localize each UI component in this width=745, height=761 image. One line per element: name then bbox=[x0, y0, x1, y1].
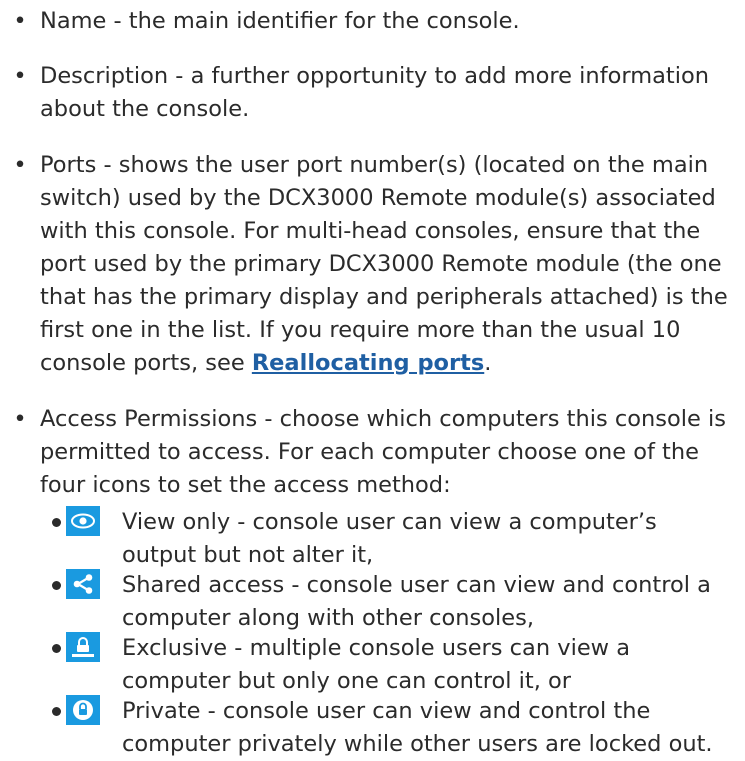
item-text-end: . bbox=[484, 350, 492, 376]
bullet: • bbox=[13, 152, 27, 178]
share-icon[interactable] bbox=[66, 569, 100, 599]
private-lock-icon[interactable] bbox=[66, 695, 100, 725]
sub-bullet bbox=[52, 707, 61, 716]
access-method-text: Shared access - console user can view an… bbox=[122, 572, 711, 631]
eye-icon[interactable] bbox=[66, 506, 100, 536]
item-text: Description - a further opportunity to a… bbox=[40, 63, 710, 122]
bullet: • bbox=[13, 8, 27, 34]
access-method-text: View only - console user can view a comp… bbox=[122, 509, 657, 568]
bullet: • bbox=[13, 63, 27, 89]
list-item-ports: • Ports - shows the user port number(s) … bbox=[13, 149, 730, 380]
list-item-description: • Description - a further opportunity to… bbox=[13, 60, 730, 126]
exclusive-lock-icon[interactable] bbox=[66, 632, 100, 662]
bullet: • bbox=[13, 406, 27, 432]
sub-bullet bbox=[52, 644, 61, 653]
list-item-name: • Name - the main identifier for the con… bbox=[13, 5, 730, 38]
reallocating-ports-link[interactable]: Reallocating ports bbox=[252, 350, 484, 376]
access-method-text: Exclusive - multiple console users can v… bbox=[122, 635, 631, 694]
item-text: Ports - shows the user port number(s) (l… bbox=[40, 152, 728, 376]
item-text: Access Permissions - choose which comput… bbox=[40, 406, 726, 498]
access-method-text: Private - console user can view and cont… bbox=[122, 698, 713, 757]
document-page: • Name - the main identifier for the con… bbox=[0, 0, 745, 757]
item-text: Name - the main identifier for the conso… bbox=[40, 8, 520, 34]
list-item-access-permissions: • Access Permissions - choose which comp… bbox=[13, 403, 730, 502]
sub-bullet bbox=[52, 518, 61, 527]
sub-bullet bbox=[52, 581, 61, 590]
